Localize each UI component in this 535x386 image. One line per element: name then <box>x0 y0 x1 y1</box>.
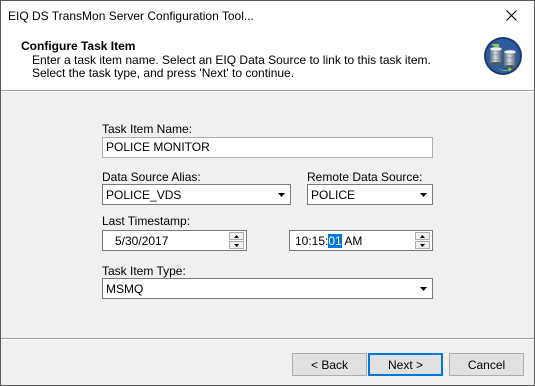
close-button[interactable] <box>488 1 534 30</box>
data-source-alias-dropdown[interactable]: POLICE_VDS <box>102 184 291 205</box>
wizard-header: Configure Task Item Enter a task item na… <box>1 31 534 90</box>
remote-data-source-dropdown[interactable]: POLICE <box>307 184 433 205</box>
page-title: Configure Task Item <box>21 39 136 53</box>
wizard-window: EIQ DS TransMon Server Configuration Too… <box>0 0 535 386</box>
spin-down-button[interactable] <box>415 241 430 249</box>
data-source-alias-label: Data Source Alias: <box>102 170 201 184</box>
data-source-alias-value: POLICE_VDS <box>106 188 182 202</box>
task-item-type-dropdown[interactable]: MSMQ <box>102 278 433 299</box>
spin-down-button[interactable] <box>229 241 244 249</box>
page-description: Enter a task item name. Select an EIQ Da… <box>32 53 431 80</box>
time-seconds-selected[interactable]: 01 <box>328 234 342 248</box>
caret-down-icon <box>420 243 425 247</box>
last-timestamp-date-value: 5/30/2017 <box>115 234 169 248</box>
last-timestamp-date-picker[interactable]: 5/30/2017 <box>102 230 247 251</box>
time-hours-minutes: 10:15: <box>295 234 329 248</box>
task-item-type-label: Task Item Type: <box>102 264 186 278</box>
cancel-button[interactable]: Cancel <box>449 353 524 376</box>
chevron-down-icon[interactable] <box>415 279 432 298</box>
window-title: EIQ DS TransMon Server Configuration Too… <box>8 9 254 23</box>
chevron-down-icon[interactable] <box>415 185 432 204</box>
remote-data-source-value: POLICE <box>311 188 356 202</box>
time-spinner[interactable] <box>415 232 430 249</box>
close-icon <box>505 10 517 21</box>
caret-up-icon <box>420 234 425 238</box>
chevron-down-icon[interactable] <box>273 185 290 204</box>
time-ampm: AM <box>341 234 363 248</box>
spin-up-button[interactable] <box>229 232 244 240</box>
last-timestamp-time-value: 10:15:01 AM <box>295 234 362 248</box>
header-divider <box>1 90 534 92</box>
footer-divider <box>1 338 534 340</box>
spin-up-button[interactable] <box>415 232 430 240</box>
task-item-name-input[interactable]: POLICE MONITOR <box>102 137 433 158</box>
database-sync-icon <box>484 37 522 75</box>
task-item-type-value: MSMQ <box>106 282 144 296</box>
caret-up-icon <box>234 234 239 238</box>
back-button[interactable]: < Back <box>292 353 367 376</box>
next-button[interactable]: Next > <box>368 353 443 376</box>
last-timestamp-label: Last Timestamp: <box>102 214 191 228</box>
caret-down-icon <box>234 243 239 247</box>
task-item-name-label: Task Item Name: <box>102 122 193 136</box>
last-timestamp-time-picker[interactable]: 10:15:01 AM <box>289 230 433 251</box>
title-bar[interactable]: EIQ DS TransMon Server Configuration Too… <box>1 1 534 31</box>
remote-data-source-label: Remote Data Source: <box>307 170 423 184</box>
date-spinner[interactable] <box>229 232 244 249</box>
